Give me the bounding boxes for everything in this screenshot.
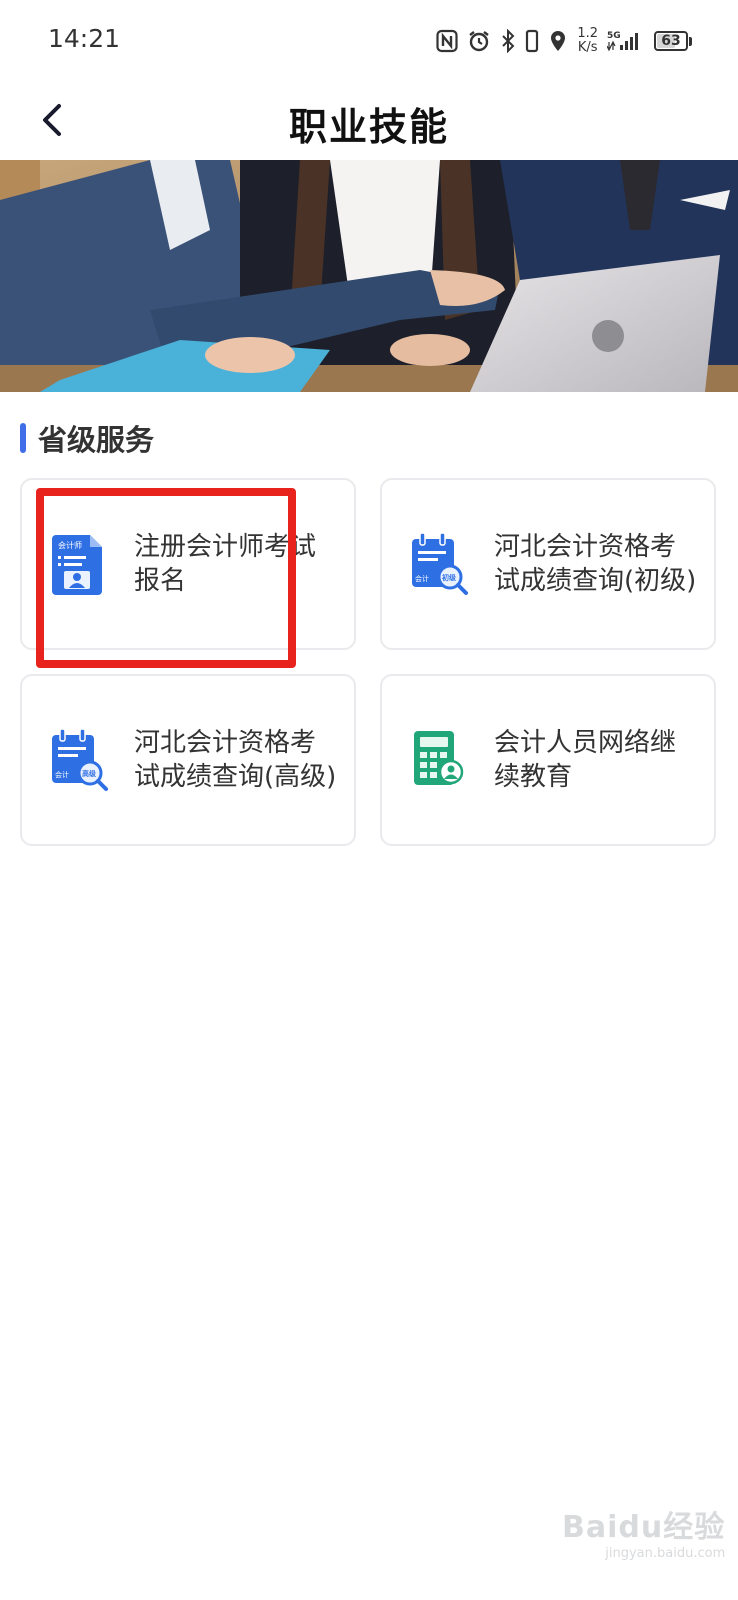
svg-text:会计师: 会计师 xyxy=(58,540,82,550)
svg-text:初级: 初级 xyxy=(442,573,457,582)
watermark-url: jingyan.baidu.com xyxy=(605,1546,726,1561)
service-card-score-query-junior[interactable]: 会计 初级 河北会计资格考试成绩查询(初级) xyxy=(380,478,716,650)
section-accent-bar xyxy=(20,423,26,453)
service-card-label: 河北会计资格考试成绩查询(高级) xyxy=(134,728,337,792)
signal-icon: 5G xyxy=(607,29,645,53)
service-card-cpa-registration[interactable]: 会计师 注册会计师考试报名 xyxy=(20,478,356,650)
network-speed: 1.2 K/s xyxy=(577,26,598,55)
location-icon xyxy=(548,29,568,53)
svg-text:会计: 会计 xyxy=(415,574,429,583)
status-bar: 14:21 1.2 K/s 5G 63 xyxy=(0,0,738,84)
svg-text:高级: 高级 xyxy=(82,769,97,778)
vibrate-icon xyxy=(525,29,539,53)
status-time: 14:21 xyxy=(48,24,121,53)
network-type: 5G xyxy=(607,31,621,41)
calendar-search-icon: 会计 高级 xyxy=(52,728,108,791)
calculator-user-icon xyxy=(414,731,464,785)
service-card-label: 河北会计资格考试成绩查询(初级) xyxy=(494,532,697,596)
cpa-id-card-icon: 会计师 xyxy=(52,535,102,595)
status-icons: 1.2 K/s 5G 63 xyxy=(436,26,692,56)
page-title: 职业技能 xyxy=(288,105,449,149)
battery-icon: 63 xyxy=(654,31,692,51)
nav-bar: 职业技能 xyxy=(0,84,738,160)
section-header: 省级服务 xyxy=(20,418,154,458)
service-card-continuing-education[interactable]: 会计人员网络继续教育 xyxy=(380,674,716,846)
service-card-label: 注册会计师考试报名 xyxy=(134,532,317,596)
service-card-label: 会计人员网络继续教育 xyxy=(494,728,677,792)
banner-image xyxy=(0,160,738,392)
service-card-score-query-senior[interactable]: 会计 高级 河北会计资格考试成绩查询(高级) xyxy=(20,674,356,846)
calendar-search-icon: 会计 初级 xyxy=(412,532,468,595)
watermark-logo-text: Baidu经验 xyxy=(562,1510,726,1545)
svg-text:会计: 会计 xyxy=(55,770,69,779)
baidu-watermark: Baidu经验 jingyan.baidu.com xyxy=(562,1502,725,1561)
alarm-icon xyxy=(467,29,491,53)
bluetooth-icon xyxy=(500,29,516,53)
section-title: 省级服务 xyxy=(38,423,155,457)
battery-level: 63 xyxy=(661,33,681,49)
nfc-icon xyxy=(436,29,458,53)
